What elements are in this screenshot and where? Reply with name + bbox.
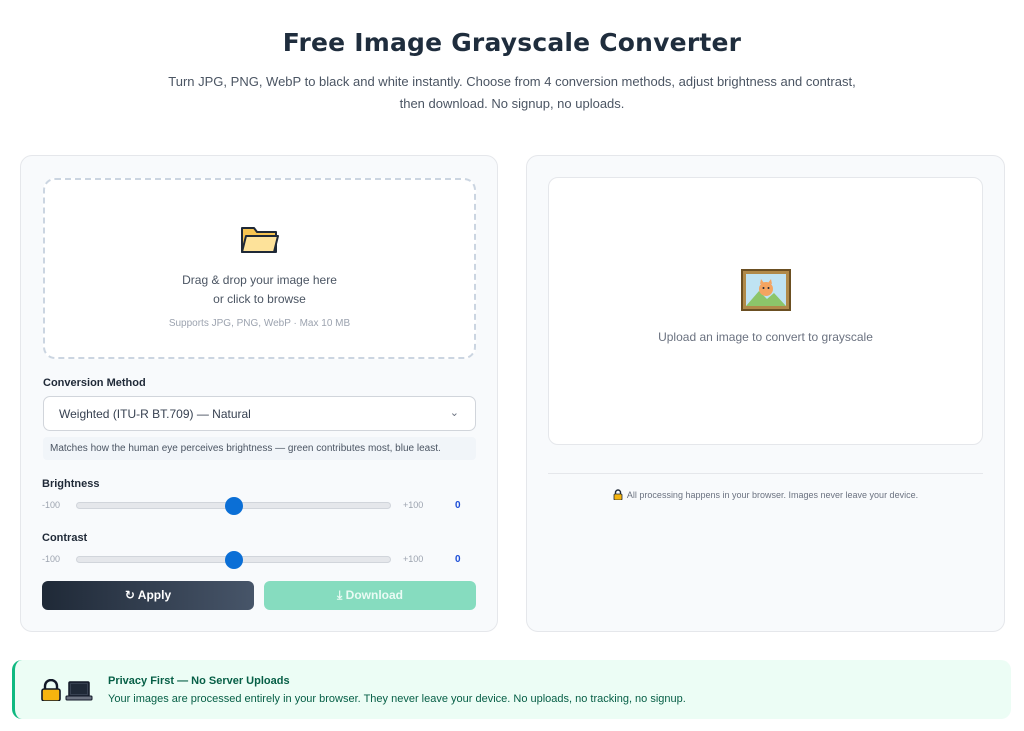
brightness-value: 0 bbox=[455, 500, 461, 511]
download-button-label: Download bbox=[345, 588, 403, 602]
privacy-banner: Privacy First — No Server Uploads Your i… bbox=[12, 660, 1011, 719]
contrast-label: Contrast bbox=[42, 532, 88, 544]
dropzone-line-1: Drag & drop your image here bbox=[182, 273, 337, 287]
banner-icons bbox=[41, 678, 93, 706]
download-button[interactable]: ⤓ Download bbox=[264, 581, 476, 610]
divider bbox=[548, 473, 983, 474]
preview-placeholder: Upload an image to convert to grayscale bbox=[658, 330, 873, 344]
dropzone-hint: Supports JPG, PNG, WebP · Max 10 MB bbox=[168, 318, 351, 329]
dropzone-line-2: or click to browse bbox=[213, 292, 306, 306]
apply-button-label: Apply bbox=[137, 588, 172, 602]
method-selected-value: Weighted (ITU-R BT.709) — Natural bbox=[59, 407, 251, 421]
contrast-value: 0 bbox=[455, 554, 461, 565]
contrast-slider-thumb[interactable] bbox=[224, 551, 243, 569]
contrast-min: -100 bbox=[42, 554, 61, 564]
brightness-slider-thumb[interactable] bbox=[224, 497, 243, 515]
upload-dropzone[interactable]: Drag & drop your image here or click to … bbox=[43, 178, 476, 359]
method-description: Matches how the human eye perceives brig… bbox=[43, 437, 476, 460]
method-select[interactable]: Weighted (ITU-R BT.709) — Natural ⌄ bbox=[43, 396, 476, 431]
page-subtitle: Turn JPG, PNG, WebP to black and white i… bbox=[168, 74, 856, 111]
processing-note: All processing happens in your browser. … bbox=[527, 489, 1004, 500]
contrast-slider[interactable] bbox=[76, 551, 391, 569]
page-title: Free Image Grayscale Converter bbox=[282, 28, 742, 57]
refresh-icon: ↻ bbox=[124, 588, 135, 602]
method-label: Conversion Method bbox=[43, 377, 146, 389]
chevron-down-icon: ⌄ bbox=[449, 407, 459, 419]
folder-icon bbox=[241, 227, 279, 253]
preview-area: Upload an image to convert to grayscale bbox=[548, 177, 983, 445]
apply-button[interactable]: ↻ Apply bbox=[42, 581, 254, 610]
brightness-min: -100 bbox=[42, 500, 61, 510]
processing-note-text: All processing happens in your browser. … bbox=[626, 490, 919, 500]
brightness-max: +100 bbox=[403, 500, 424, 510]
lock-icon bbox=[613, 489, 623, 500]
preview-panel: Upload an image to convert to grayscale … bbox=[526, 155, 1005, 632]
controls-panel: Drag & drop your image here or click to … bbox=[20, 155, 498, 632]
picture-icon bbox=[741, 269, 791, 311]
lock-laptop-icon bbox=[41, 678, 93, 702]
brightness-label: Brightness bbox=[42, 478, 100, 490]
privacy-title: Privacy First — No Server Uploads bbox=[108, 675, 290, 687]
brightness-slider[interactable] bbox=[76, 497, 391, 515]
contrast-max: +100 bbox=[403, 554, 424, 564]
privacy-text: Your images are processed entirely in yo… bbox=[108, 693, 686, 705]
download-icon: ⤓ bbox=[337, 588, 343, 602]
